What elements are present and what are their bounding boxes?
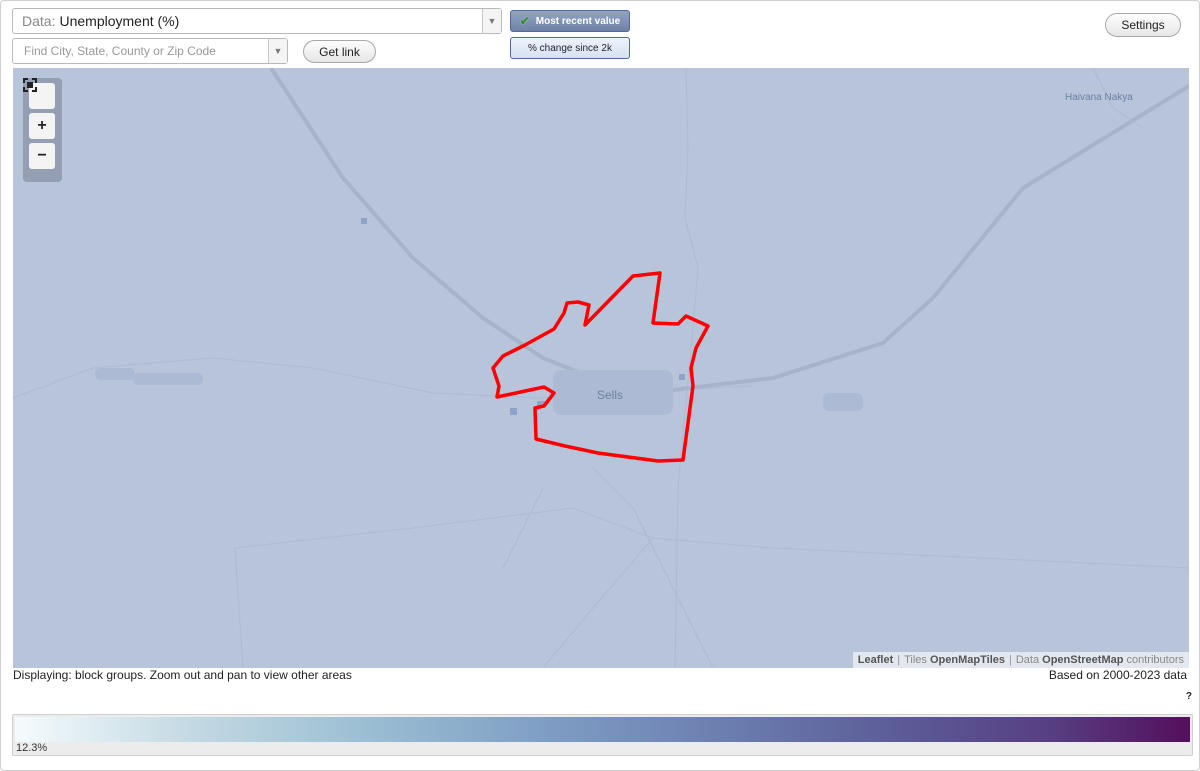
chevron-down-icon[interactable]: ▼ <box>482 9 501 33</box>
place-label-haivana-nakya: Haivana Nakya <box>1065 92 1133 103</box>
fullscreen-icon[interactable] <box>23 78 55 109</box>
get-link-button[interactable]: Get link <box>303 40 376 63</box>
map-zoom-controls: + − <box>23 78 62 182</box>
zoom-out-icon[interactable]: − <box>29 143 55 169</box>
openstreetmap-link[interactable]: OpenStreetMap <box>1042 654 1123 666</box>
data-selector-value: Unemployment (%) <box>59 13 180 29</box>
map-attribution: Leaflet | Tiles OpenMapTiles | Data Open… <box>852 652 1189 668</box>
settings-button[interactable]: Settings <box>1105 13 1181 37</box>
contributors-text: contributors <box>1126 654 1184 666</box>
help-link[interactable]: ? <box>1186 691 1192 702</box>
chevron-down-icon[interactable]: ▼ <box>268 39 287 63</box>
openmaptiles-link[interactable]: OpenMapTiles <box>930 654 1005 666</box>
percent-change-button[interactable]: % change since 2k <box>510 37 630 59</box>
zoom-in-icon[interactable]: + <box>29 113 55 139</box>
selected-block-group-outline[interactable] <box>491 271 710 463</box>
map-view[interactable]: + − Sells Haivana Nakya Leaflet | Tiles … <box>13 68 1189 668</box>
tiles-prefix: Tiles <box>904 654 927 666</box>
color-legend: 12.3% <box>12 714 1193 756</box>
most-recent-label: Most recent value <box>535 15 621 27</box>
location-search[interactable]: ▼ <box>12 38 288 64</box>
data-selector[interactable]: Data: Unemployment (%) ▼ <box>12 8 502 34</box>
place-label-sells: Sells <box>597 388 624 402</box>
map-canvas[interactable] <box>13 68 1189 668</box>
search-input[interactable] <box>22 43 262 59</box>
leaflet-link[interactable]: Leaflet <box>858 654 893 666</box>
legend-min-label: 12.3% <box>16 742 48 754</box>
legend-gradient-bar <box>15 717 1190 742</box>
data-range-status: Based on 2000-2023 data <box>1048 668 1187 682</box>
data-prefix: Data <box>1015 654 1040 666</box>
app-frame: Data: Unemployment (%) ▼ ▼ Get link ✔ Mo… <box>0 0 1200 771</box>
checkmark-icon: ✔ <box>519 14 530 28</box>
most-recent-value-button[interactable]: ✔ Most recent value <box>510 10 630 32</box>
data-selector-prefix: Data: <box>22 13 56 29</box>
display-status: Displaying: block groups. Zoom out and p… <box>13 668 352 682</box>
